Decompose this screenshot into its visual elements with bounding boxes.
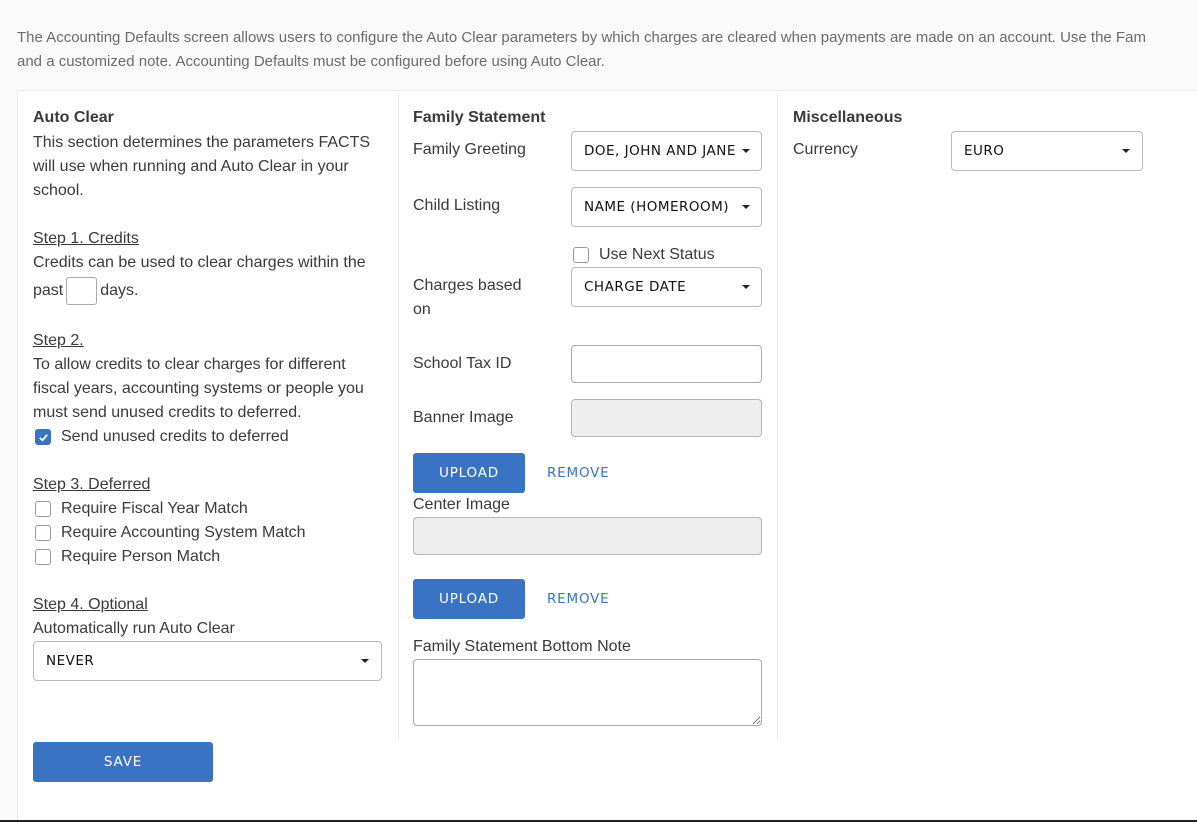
center-remove-button[interactable]: REMOVE bbox=[547, 591, 610, 607]
child-listing-select[interactable]: NAME (HOMEROOM) bbox=[571, 187, 762, 227]
accounting-system-match-row[interactable]: Require Accounting System Match bbox=[33, 521, 306, 545]
currency-value: EURO bbox=[964, 143, 1005, 159]
use-next-status-row[interactable]: Use Next Status bbox=[571, 243, 715, 267]
charges-based-on-value: CHARGE DATE bbox=[584, 279, 687, 295]
step4-text: Automatically run Auto Clear bbox=[33, 620, 235, 637]
step2-text: To allow credits to clear charges for di… bbox=[33, 356, 364, 421]
person-match-row[interactable]: Require Person Match bbox=[33, 545, 220, 569]
bottom-note-label: Family Statement Bottom Note bbox=[413, 638, 631, 655]
accounting-system-match-checkbox[interactable] bbox=[35, 525, 51, 541]
use-next-status-checkbox[interactable] bbox=[573, 247, 589, 263]
person-match-checkbox[interactable] bbox=[35, 549, 51, 565]
charges-based-on-label-line2: on bbox=[413, 301, 431, 318]
send-unused-credits-row[interactable]: Send unused credits to deferred bbox=[33, 425, 289, 449]
step2-heading: Step 2. bbox=[33, 332, 84, 349]
step1-suffix: days. bbox=[100, 282, 139, 299]
caret-down-icon bbox=[361, 659, 369, 663]
caret-down-icon bbox=[742, 285, 750, 289]
family-statement-title: Family Statement bbox=[413, 109, 546, 126]
child-listing-value: NAME (HOMEROOM) bbox=[584, 199, 730, 215]
fiscal-year-match-row[interactable]: Require Fiscal Year Match bbox=[33, 497, 248, 521]
caret-down-icon bbox=[742, 149, 750, 153]
family-statement-section: Family Statement Family Greeting DOE, JO… bbox=[398, 91, 778, 741]
banner-remove-button[interactable]: REMOVE bbox=[547, 465, 610, 481]
child-listing-label: Child Listing bbox=[413, 197, 501, 214]
accounting-system-match-label: Require Accounting System Match bbox=[61, 524, 306, 541]
fiscal-year-match-label: Require Fiscal Year Match bbox=[61, 500, 248, 517]
save-button[interactable]: SAVE bbox=[33, 742, 213, 782]
days-input[interactable] bbox=[66, 277, 98, 305]
banner-image-field bbox=[571, 399, 762, 437]
family-greeting-value: DOE, JOHN AND JANE bbox=[584, 143, 736, 159]
family-greeting-label: Family Greeting bbox=[413, 141, 526, 158]
banner-image-label: Banner Image bbox=[413, 409, 514, 426]
miscellaneous-title: Miscellaneous bbox=[793, 109, 903, 126]
intro-text: The Accounting Defaults screen allows us… bbox=[17, 26, 1197, 74]
use-next-status-label: Use Next Status bbox=[599, 246, 715, 263]
center-image-label: Center Image bbox=[413, 496, 510, 513]
step1-text: Credits can be used to clear charges wit… bbox=[33, 254, 366, 271]
charges-based-on-select[interactable]: CHARGE DATE bbox=[571, 267, 762, 307]
miscellaneous-section: Miscellaneous Currency EURO bbox=[777, 91, 1197, 741]
step4-heading: Step 4. Optional bbox=[33, 596, 148, 613]
currency-select[interactable]: EURO bbox=[951, 131, 1143, 171]
auto-run-value: NEVER bbox=[46, 653, 95, 669]
auto-clear-description: This section determines the parameters F… bbox=[33, 134, 371, 199]
center-upload-button[interactable]: UPLOAD bbox=[413, 579, 525, 619]
intro-line-1: The Accounting Defaults screen allows us… bbox=[17, 29, 1146, 46]
step3-heading: Step 3. Deferred bbox=[33, 476, 151, 493]
send-unused-credits-label: Send unused credits to deferred bbox=[61, 428, 289, 445]
person-match-label: Require Person Match bbox=[61, 548, 221, 565]
fiscal-year-match-checkbox[interactable] bbox=[35, 501, 51, 517]
step1-days-row: past days. bbox=[33, 275, 139, 307]
checkmark-icon bbox=[38, 433, 48, 442]
charges-based-on-label: Charges based on bbox=[413, 274, 522, 322]
school-tax-id-input[interactable] bbox=[571, 345, 762, 383]
bottom-note-textarea[interactable] bbox=[413, 659, 762, 726]
charges-based-on-label-line1: Charges based bbox=[413, 277, 522, 294]
send-unused-credits-checkbox[interactable] bbox=[35, 429, 51, 445]
intro-line-2: and a customized note. Accounting Defaul… bbox=[17, 53, 605, 70]
auto-clear-title: Auto Clear bbox=[33, 109, 114, 126]
step1-prefix: past bbox=[33, 282, 64, 299]
caret-down-icon bbox=[1122, 149, 1130, 153]
currency-label: Currency bbox=[793, 141, 858, 158]
auto-run-select[interactable]: NEVER bbox=[33, 641, 382, 681]
settings-card: Auto Clear This section determines the p… bbox=[17, 90, 1197, 822]
family-greeting-select[interactable]: DOE, JOHN AND JANE bbox=[571, 131, 762, 171]
school-tax-id-label: School Tax ID bbox=[413, 355, 512, 372]
banner-upload-button[interactable]: UPLOAD bbox=[413, 453, 525, 493]
step1-heading: Step 1. Credits bbox=[33, 230, 139, 247]
center-image-field bbox=[413, 517, 762, 555]
caret-down-icon bbox=[742, 205, 750, 209]
